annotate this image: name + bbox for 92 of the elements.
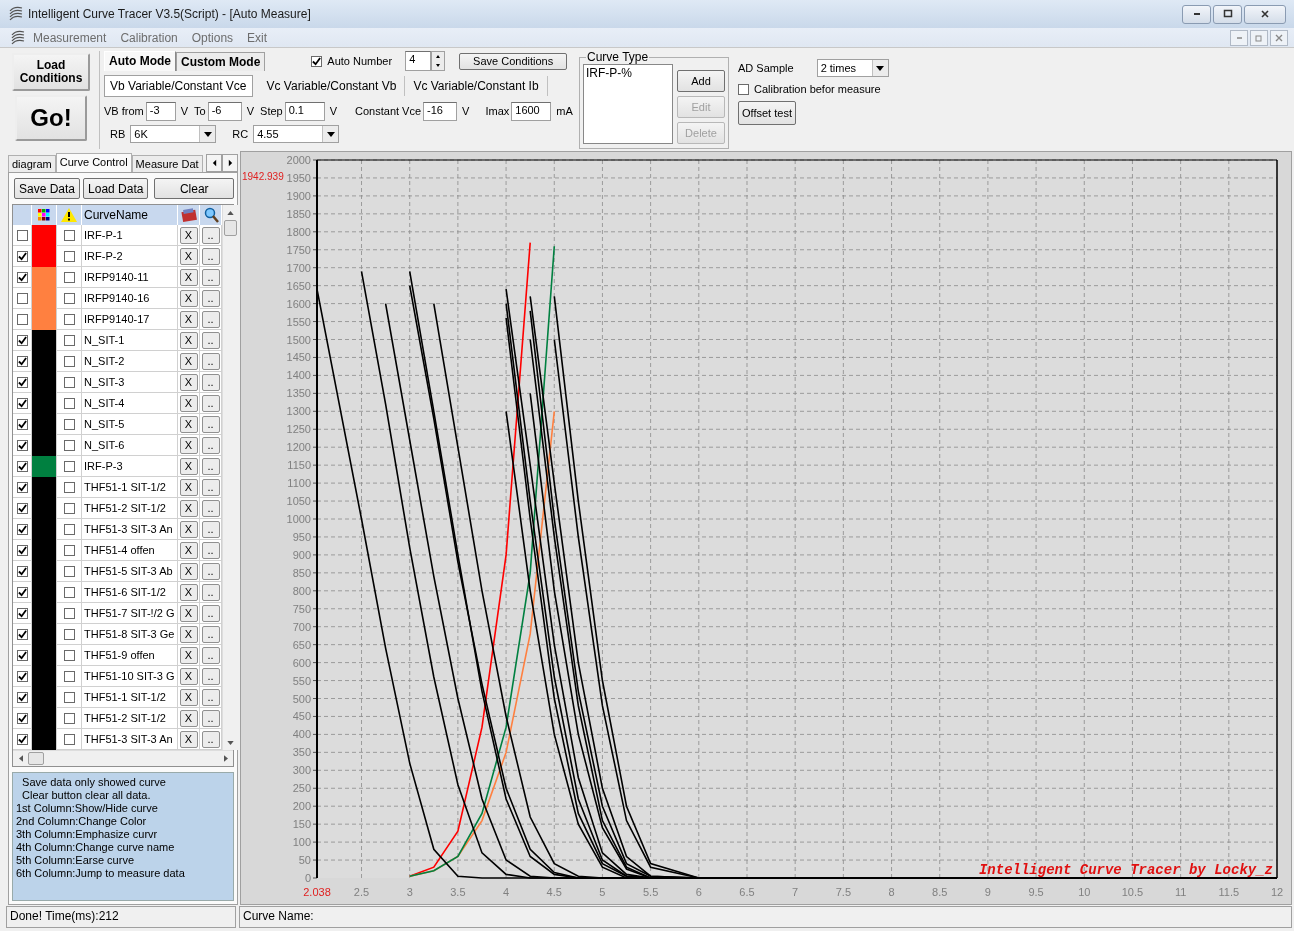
unit-label: mA (556, 105, 573, 117)
axis-label: 1450 (286, 351, 311, 364)
axis-label: 5 (599, 886, 606, 898)
axis-label: 1050 (286, 495, 311, 508)
axis-label: 200 (292, 800, 311, 813)
axis-label: 7 (792, 886, 799, 898)
axis-label: 1800 (286, 225, 311, 238)
axis-label: 6 (695, 886, 702, 898)
help-text: 4th Column:Change curve name (16, 841, 176, 854)
help-text: 3th Column:Emphasize curvr (16, 828, 159, 841)
axis-label: 1850 (286, 207, 311, 220)
axis-label: 150 (292, 818, 311, 831)
axis-label: 11 (1174, 886, 1187, 898)
axis-label: 10.5 (1121, 886, 1144, 898)
window-title: Intelligent Curve Tracer V3.5(Script) - [Auto Measure] (28, 7, 312, 21)
checkbox-label: Calibration befor measure (754, 83, 881, 95)
axis-label: 6.5 (739, 886, 755, 898)
axis-label: 8.5 (932, 886, 948, 898)
axis-label: 11.5 (1218, 886, 1240, 898)
help-text: Save data only showed curve (21, 776, 167, 789)
axis-label: 4 (503, 886, 510, 898)
axis-label: 1100 (287, 477, 311, 490)
field-label: Step (260, 105, 283, 117)
axis-label: 12 (1270, 886, 1284, 898)
axis-label: 650 (292, 638, 311, 651)
axis-label: 3 (406, 886, 413, 898)
field-label: VB from (104, 105, 144, 117)
field-label: To (194, 105, 206, 117)
help-text: 2nd Column:Change Color (16, 815, 148, 828)
axis-label: 1300 (286, 405, 311, 418)
axis-label: 2.5 (353, 886, 370, 898)
axis-label: 8 (888, 886, 895, 898)
axis-label: 1000 (286, 513, 311, 525)
field-label: AD Sample (738, 62, 794, 74)
axis-label: 1550 (286, 315, 311, 328)
axis-label: 400 (292, 728, 311, 741)
axis-label: 2.038 (303, 886, 331, 898)
axis-label: 9.5 (1028, 886, 1044, 898)
axis-label: 550 (292, 674, 311, 687)
help-text: 5th Column:Earse curve (16, 854, 135, 867)
axis-label: 3.5 (450, 886, 466, 898)
axis-label: 500 (292, 692, 311, 705)
axis-label: 950 (292, 530, 311, 543)
axis-label: 1650 (286, 279, 311, 292)
axis-label: 4.5 (546, 886, 562, 898)
axis-label: 1500 (286, 333, 311, 346)
axis-label: 1900 (286, 189, 311, 202)
status-text: Curve Name: (239, 906, 1292, 928)
axis-label: 9 (984, 886, 991, 898)
group-title: Curve Type (586, 50, 650, 64)
axis-label: 1350 (286, 387, 311, 400)
unit-label: V (180, 105, 189, 117)
axis-label: 1600 (286, 297, 311, 310)
help-text: 1st Column:Show/Hide curve (16, 802, 159, 815)
axis-label: 1150 (287, 459, 311, 472)
axis-label: 2000 (286, 154, 311, 166)
column-header: CurveName (82, 205, 178, 225)
axis-label: 850 (292, 566, 311, 579)
help-text: Clear button clear all data. (21, 789, 152, 802)
axis-label: 1950 (286, 171, 311, 184)
axis-label: 1750 (286, 243, 311, 256)
axis-label: 5.5 (642, 886, 659, 898)
checkbox-label: Auto Number (327, 55, 393, 67)
axis-label: 10 (1078, 886, 1091, 898)
axis-label: 350 (292, 746, 311, 759)
axis-label: 100 (292, 836, 311, 849)
axis-label: 1400 (286, 369, 311, 382)
field-label: Constant Vce (355, 105, 422, 117)
axis-label: 7.5 (835, 886, 851, 898)
axis-label: 900 (292, 548, 311, 561)
axis-label: 450 (292, 710, 311, 723)
axis-label: 1250 (286, 423, 311, 436)
field-label: RB (110, 128, 126, 140)
unit-label: V (329, 105, 338, 117)
axis-label: 750 (292, 602, 311, 615)
unit-label: V (462, 105, 470, 117)
axis-label: 1200 (286, 441, 311, 454)
axis-label: 250 (292, 782, 311, 795)
axis-label: 800 (292, 584, 311, 597)
axis-label: 0 (304, 872, 311, 884)
field-label: RC (232, 128, 249, 140)
help-text: 6th Column:Jump to measure data (16, 867, 186, 880)
marker-value: 1942.939 (242, 171, 284, 182)
axis-label: 700 (292, 620, 311, 633)
field-label: Imax (485, 105, 510, 117)
axis-label: 300 (292, 764, 311, 777)
axis-label: 50 (298, 854, 311, 867)
unit-label: V (246, 105, 255, 117)
axis-label: 1700 (286, 261, 311, 274)
status-text: Done! Time(ms):212 (6, 906, 236, 928)
chart-credit: Intelligent Curve Tracer by Locky_z (978, 862, 1273, 878)
axis-label: 600 (292, 656, 311, 669)
